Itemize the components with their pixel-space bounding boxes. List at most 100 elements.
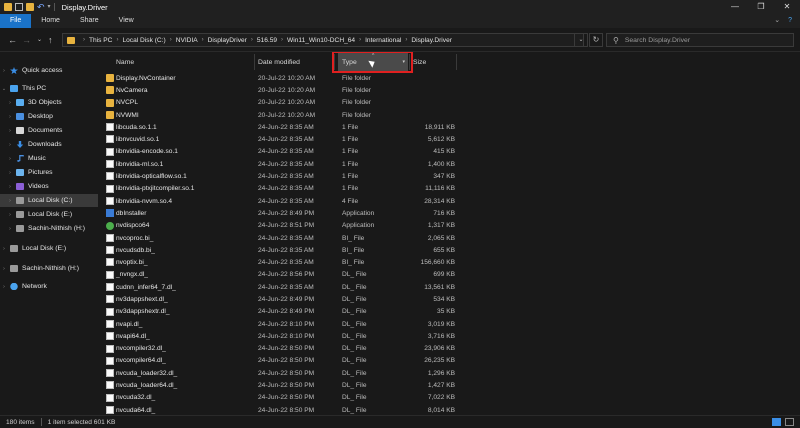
table-row[interactable]: libnvidia-ml.so.1 24-Jun-22 8:35 AM 1 File… (98, 158, 800, 170)
column-header-size[interactable]: Size (413, 53, 453, 71)
table-row[interactable]: nvcuda_loader64.dl_ 24-Jun-22 8:50 PM DL_ … (98, 379, 800, 391)
table-row[interactable]: libnvcuvid.so.1 24-Jun-22 8:35 AM 1 File 5,… (98, 133, 800, 145)
sidebar-item-pictures[interactable]: › Pictures (0, 166, 98, 179)
chevron-right-icon[interactable]: › (6, 128, 14, 134)
expand-ribbon-icon[interactable]: ⌄ (774, 14, 780, 28)
sidebar-item-3d-objects[interactable]: › 3D Objects (0, 96, 98, 109)
sidebar-item-this-pc[interactable]: ⌄ This PC (0, 82, 98, 95)
chevron-right-icon[interactable]: › (6, 100, 14, 106)
sidebar-item-quick-access[interactable]: › Quick access (0, 64, 98, 77)
chevron-right-icon[interactable]: › (116, 37, 118, 43)
forward-icon[interactable]: → (22, 34, 31, 46)
chevron-right-icon[interactable]: › (6, 226, 14, 232)
breadcrumb-display-driver[interactable]: Display.Driver (411, 37, 452, 44)
new-folder-icon[interactable] (26, 3, 34, 11)
table-row[interactable]: libcuda.so.1.1 24-Jun-22 8:35 AM 1 File 18,… (98, 121, 800, 133)
breadcrumb-win11-win10[interactable]: Win11_Win10-DCH_64 (287, 37, 355, 44)
chevron-right-icon[interactable]: › (6, 114, 14, 120)
sidebar-item-sachin-nithish-h-root[interactable]: › Sachin-Nithish (H:) (0, 262, 98, 275)
breadcrumb-this-pc[interactable]: This PC (89, 37, 112, 44)
tab-share[interactable]: Share (70, 14, 109, 28)
table-row[interactable]: nv3dappshextr.dl_ 24-Jun-22 8:49 PM DL_ Fi… (98, 306, 800, 318)
table-row[interactable]: nvcompiler64.dl_ 24-Jun-22 8:50 PM DL_ Fil… (98, 355, 800, 367)
table-row[interactable]: NvCamera 20-Jul-22 10:20 AM File folder (98, 84, 800, 96)
chevron-right-icon[interactable]: › (359, 37, 361, 43)
table-row[interactable]: nvcuda_loader32.dl_ 24-Jun-22 8:50 PM DL_ … (98, 367, 800, 379)
chevron-right-icon[interactable]: › (0, 284, 8, 290)
table-row[interactable]: NVWMI 20-Jul-22 10:20 AM File folder (98, 109, 800, 121)
column-header-name[interactable]: Name (116, 53, 256, 71)
recent-locations-icon[interactable]: ⌄ (37, 34, 42, 46)
breadcrumb-version[interactable]: 516.59 (257, 37, 277, 44)
table-row[interactable]: nv3dappshext.dl_ 24-Jun-22 8:49 PM DL_ Fil… (98, 293, 800, 305)
sidebar-item-documents[interactable]: › Documents (0, 124, 98, 137)
sidebar-item-network[interactable]: › Network (0, 280, 98, 293)
breadcrumb-displaydriver[interactable]: DisplayDriver (208, 37, 247, 44)
table-row[interactable]: Display.NvContainer 20-Jul-22 10:20 AM Fil… (98, 72, 800, 84)
sidebar-item-downloads[interactable]: › Downloads (0, 138, 98, 151)
chevron-right-icon[interactable]: › (6, 156, 14, 162)
maximize-icon[interactable]: ❐ (748, 0, 774, 14)
chevron-right-icon[interactable]: › (6, 142, 14, 148)
sidebar-item-local-disk-e-root[interactable]: › Local Disk (E:) (0, 242, 98, 255)
up-icon[interactable]: ↑ (48, 34, 53, 46)
chevron-right-icon[interactable]: › (6, 184, 14, 190)
refresh-icon[interactable]: ↻ (589, 33, 603, 47)
breadcrumb-nvidia[interactable]: NVIDIA (176, 37, 198, 44)
sidebar-item-sachin-nithish-h[interactable]: › Sachin-Nithish (H:) (0, 222, 98, 235)
back-icon[interactable]: ← (8, 34, 17, 46)
close-icon[interactable]: ✕ (774, 0, 800, 14)
table-row[interactable]: nvcoproc.bi_ 24-Jun-22 8:35 AM BI_ File 2,0… (98, 232, 800, 244)
table-row[interactable]: libnvidia-encode.so.1 24-Jun-22 8:35 AM 1 … (98, 146, 800, 158)
undo-icon[interactable]: ↶ (37, 3, 45, 12)
table-row[interactable]: nvapi64.dl_ 24-Jun-22 8:10 PM DL_ File 3,71… (98, 330, 800, 342)
table-row[interactable]: nvcudsdb.bi_ 24-Jun-22 8:35 AM BI_ File 655… (98, 244, 800, 256)
column-divider[interactable] (456, 54, 457, 70)
chevron-right-icon[interactable]: › (405, 37, 407, 43)
table-row[interactable]: NVCPL 20-Jul-22 10:20 AM File folder (98, 97, 800, 109)
tab-view[interactable]: View (109, 14, 144, 28)
chevron-down-icon[interactable]: ▾ (48, 3, 51, 11)
chevron-right-icon[interactable]: › (281, 37, 283, 43)
table-row[interactable]: _nvngx.dl_ 24-Jun-22 8:56 PM DL_ File 699 K… (98, 269, 800, 281)
sidebar-item-local-disk-e[interactable]: › Local Disk (E:) (0, 208, 98, 221)
sidebar-item-desktop[interactable]: › Desktop (0, 110, 98, 123)
minimize-icon[interactable]: — (722, 0, 748, 14)
chevron-right-icon[interactable]: › (0, 246, 8, 252)
table-row[interactable]: nvcuda32.dl_ 24-Jun-22 8:50 PM DL_ File 7,0… (98, 392, 800, 404)
chevron-right-icon[interactable]: › (170, 37, 172, 43)
chevron-right-icon[interactable]: › (83, 37, 85, 43)
chevron-right-icon[interactable]: › (0, 68, 8, 74)
help-icon[interactable]: ? (788, 14, 792, 28)
large-icons-view-icon[interactable] (785, 418, 794, 426)
search-box[interactable]: ⚲ (606, 33, 794, 47)
search-input[interactable] (624, 36, 785, 44)
chevron-right-icon[interactable]: › (6, 170, 14, 176)
table-row[interactable]: nvcompiler32.dl_ 24-Jun-22 8:50 PM DL_ Fil… (98, 343, 800, 355)
address-dropdown-icon[interactable]: ⌄ (574, 33, 588, 47)
table-row[interactable]: nvapi.dl_ 24-Jun-22 8:10 PM DL_ File 3,019 … (98, 318, 800, 330)
column-header-date-modified[interactable]: Date modified (258, 53, 333, 71)
chevron-right-icon[interactable]: › (0, 266, 8, 272)
tab-file[interactable]: File (0, 14, 32, 28)
table-row[interactable]: nvcuda64.dl_ 24-Jun-22 8:50 PM DL_ File 8,0… (98, 404, 800, 415)
chevron-right-icon[interactable]: › (6, 212, 14, 218)
breadcrumb-local-disk-c[interactable]: Local Disk (C:) (122, 37, 165, 44)
table-row[interactable]: nvdispco64 24-Jun-22 8:51 PM Application 1,… (98, 220, 800, 232)
details-view-icon[interactable] (772, 418, 781, 426)
table-row[interactable]: dbInstaller 24-Jun-22 8:49 PM Application 7… (98, 207, 800, 219)
table-row[interactable]: cudnn_infer64_7.dl_ 24-Jun-22 8:35 AM DL_ … (98, 281, 800, 293)
table-row[interactable]: libnvidia-opticalflow.so.1 24-Jun-22 8:35… (98, 170, 800, 182)
table-row[interactable]: nvoptix.bi_ 24-Jun-22 8:35 AM BI_ File 156,… (98, 256, 800, 268)
breadcrumb-international[interactable]: International (365, 37, 401, 44)
table-row[interactable]: libnvidia-nvvm.so.4 24-Jun-22 8:35 AM 4 Fi… (98, 195, 800, 207)
table-row[interactable]: libnvidia-ptxjitcompiler.so.1 24-Jun-22 8… (98, 183, 800, 195)
chevron-right-icon[interactable]: › (6, 198, 14, 204)
column-divider[interactable] (254, 54, 255, 70)
chevron-down-icon[interactable]: ⌄ (0, 86, 8, 92)
chevron-right-icon[interactable]: › (251, 37, 253, 43)
properties-icon[interactable] (15, 3, 23, 11)
tab-home[interactable]: Home (31, 14, 70, 28)
sidebar-item-local-disk-c[interactable]: › Local Disk (C:) (0, 194, 98, 207)
sidebar-item-videos[interactable]: › Videos (0, 180, 98, 193)
